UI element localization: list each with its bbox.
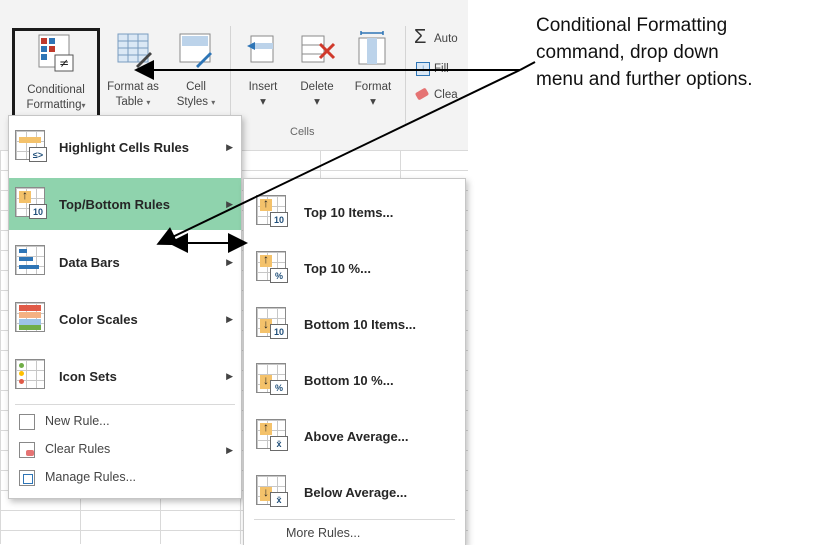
autosum-button[interactable]: Σ Auto [412, 26, 468, 50]
submenu-arrow-icon: ▶ [226, 199, 233, 209]
clear-button[interactable]: Clea [412, 87, 468, 106]
cell-styles-icon [179, 33, 212, 68]
menu-item-label: Highlight Cells Rules [59, 140, 190, 155]
submenu-item-below-average[interactable]: ↓ x̄ Below Average... [244, 467, 465, 517]
submenu-item-above-average[interactable]: ↑ x̄ Above Average... [244, 411, 465, 461]
submenu-arrow-icon: ▶ [226, 257, 233, 267]
submenu-item-label: Above Average... [304, 429, 409, 444]
menu-item-label: Data Bars [59, 255, 120, 270]
menu-item-label: Color Scales [59, 312, 138, 327]
delete-cells-icon [301, 35, 336, 63]
annotation-line-1: Conditional Formatting [536, 15, 728, 36]
format-label: Format [354, 81, 392, 93]
menu-item-top-bottom-rules[interactable]: ↑ 10 Top/Bottom Rules ▶ [9, 178, 241, 230]
submenu-item-more-rules[interactable]: More Rules... [244, 523, 465, 545]
menu-item-label: Icon Sets [59, 369, 117, 384]
fill-label: Fill [434, 63, 449, 75]
submenu-item-top-10-percent[interactable]: ↑ % Top 10 %... [244, 243, 465, 293]
conditional-formatting-button[interactable]: ≠ Conditional Formatting▾ [12, 28, 100, 120]
submenu-item-top-10-items[interactable]: ↑ 10 Top 10 Items... [244, 187, 465, 237]
menu-item-color-scales[interactable]: Color Scales ▶ [9, 292, 241, 346]
top-percent-icon: ↑ % [256, 251, 290, 285]
delete-button[interactable]: Delete ▾ [292, 30, 342, 120]
menu-item-new-rule[interactable]: New Rule... [9, 409, 241, 435]
submenu-item-label: Bottom 10 Items... [304, 317, 416, 332]
format-as-table-icon [117, 33, 152, 68]
menu-item-label: Manage Rules... [45, 470, 137, 484]
bottom-items-icon: ↓ 10 [256, 307, 290, 341]
submenu-arrow-icon: ▶ [226, 371, 233, 381]
menu-item-clear-rules[interactable]: Clear Rules ▶ [9, 437, 241, 463]
insert-label: Insert [248, 81, 278, 93]
color-scales-icon [15, 302, 49, 336]
data-bars-icon [15, 245, 49, 279]
submenu-item-label: More Rules... [286, 526, 361, 540]
group-separator [230, 26, 231, 126]
menu-separator [15, 404, 235, 405]
menu-item-icon-sets[interactable]: Icon Sets ▶ [9, 350, 241, 402]
icon-sets-icon [15, 359, 49, 393]
menu-item-label: Top/Bottom Rules [59, 197, 170, 212]
conditional-formatting-menu: ≤> Highlight Cells Rules ▶ ↑ 10 Top/Bott… [8, 115, 242, 499]
cell-styles-button[interactable]: Cell Styles ▾ [170, 30, 222, 120]
conditional-formatting-icon: ≠ [38, 34, 74, 72]
menu-item-data-bars[interactable]: Data Bars ▶ [9, 236, 241, 288]
top-items-icon: ↑ 10 [256, 195, 290, 229]
chevron-down-icon: ▾ [370, 96, 376, 108]
group-separator [405, 26, 406, 126]
annotation-callout: Conditional Formatting command, drop dow… [536, 12, 822, 93]
menu-separator [254, 519, 455, 520]
menu-item-manage-rules[interactable]: Manage Rules... [9, 465, 241, 491]
clear-label: Clea [434, 89, 458, 101]
manage-rules-icon [19, 470, 35, 486]
chevron-down-icon: ▾ [260, 96, 266, 108]
menu-item-label: Clear Rules [45, 442, 111, 456]
format-button[interactable]: Format ▾ [346, 30, 400, 120]
submenu-item-bottom-10-percent[interactable]: ↓ % Bottom 10 %... [244, 355, 465, 405]
below-average-icon: ↓ x̄ [256, 475, 290, 509]
submenu-arrow-icon: ▶ [226, 314, 233, 324]
conditional-formatting-label-2: Formatting [26, 99, 82, 111]
format-as-table-button[interactable]: Format as Table ▾ [104, 30, 162, 120]
submenu-arrow-icon: ▶ [226, 142, 233, 152]
submenu-item-label: Top 10 %... [304, 261, 371, 276]
submenu-item-bottom-10-items[interactable]: ↓ 10 Bottom 10 Items... [244, 299, 465, 349]
submenu-item-label: Top 10 Items... [304, 205, 394, 220]
submenu-item-label: Bottom 10 %... [304, 373, 394, 388]
format-cells-icon [358, 31, 386, 65]
chevron-down-icon: ▾ [81, 101, 86, 110]
svg-text:≠: ≠ [59, 56, 69, 70]
annotation-line-3: menu and further options. [536, 69, 753, 90]
insert-cells-icon [247, 35, 274, 63]
delete-label: Delete [300, 81, 334, 93]
menu-item-highlight-cells-rules[interactable]: ≤> Highlight Cells Rules ▶ [9, 120, 241, 174]
submenu-item-label: Below Average... [304, 485, 408, 500]
above-average-icon: ↑ x̄ [256, 419, 290, 453]
chevron-down-icon: ▾ [146, 98, 151, 107]
menu-item-label: New Rule... [45, 414, 110, 428]
format-as-table-label-1: Format as [107, 81, 159, 93]
format-as-table-label-2: Table [115, 96, 144, 108]
clear-rules-icon [19, 442, 35, 458]
eraser-icon [414, 87, 430, 101]
insert-button[interactable]: Insert ▾ [240, 30, 286, 120]
chevron-down-icon: ▾ [211, 98, 216, 107]
top-bottom-icon: ↑ 10 [15, 187, 49, 221]
fill-down-icon: ↓ [416, 62, 430, 76]
bottom-percent-icon: ↓ % [256, 363, 290, 397]
chevron-down-icon: ▾ [314, 96, 320, 108]
annotation-line-2: command, drop down [536, 42, 719, 63]
new-rule-icon [19, 414, 35, 430]
sigma-icon: Σ [414, 26, 427, 48]
cells-group-label: Cells [290, 126, 315, 138]
conditional-formatting-label-1: Conditional [27, 84, 85, 96]
autosum-label: Auto [434, 33, 458, 45]
cell-styles-label-2: Styles [176, 96, 209, 108]
highlight-cells-icon: ≤> [15, 130, 49, 164]
cell-styles-label-1: Cell [186, 81, 206, 93]
top-bottom-rules-submenu: ↑ 10 Top 10 Items... ↑ % Top 10 %... ↓ 1… [243, 178, 466, 545]
submenu-arrow-icon: ▶ [226, 445, 233, 455]
fill-button[interactable]: ↓ Fill [412, 62, 468, 80]
